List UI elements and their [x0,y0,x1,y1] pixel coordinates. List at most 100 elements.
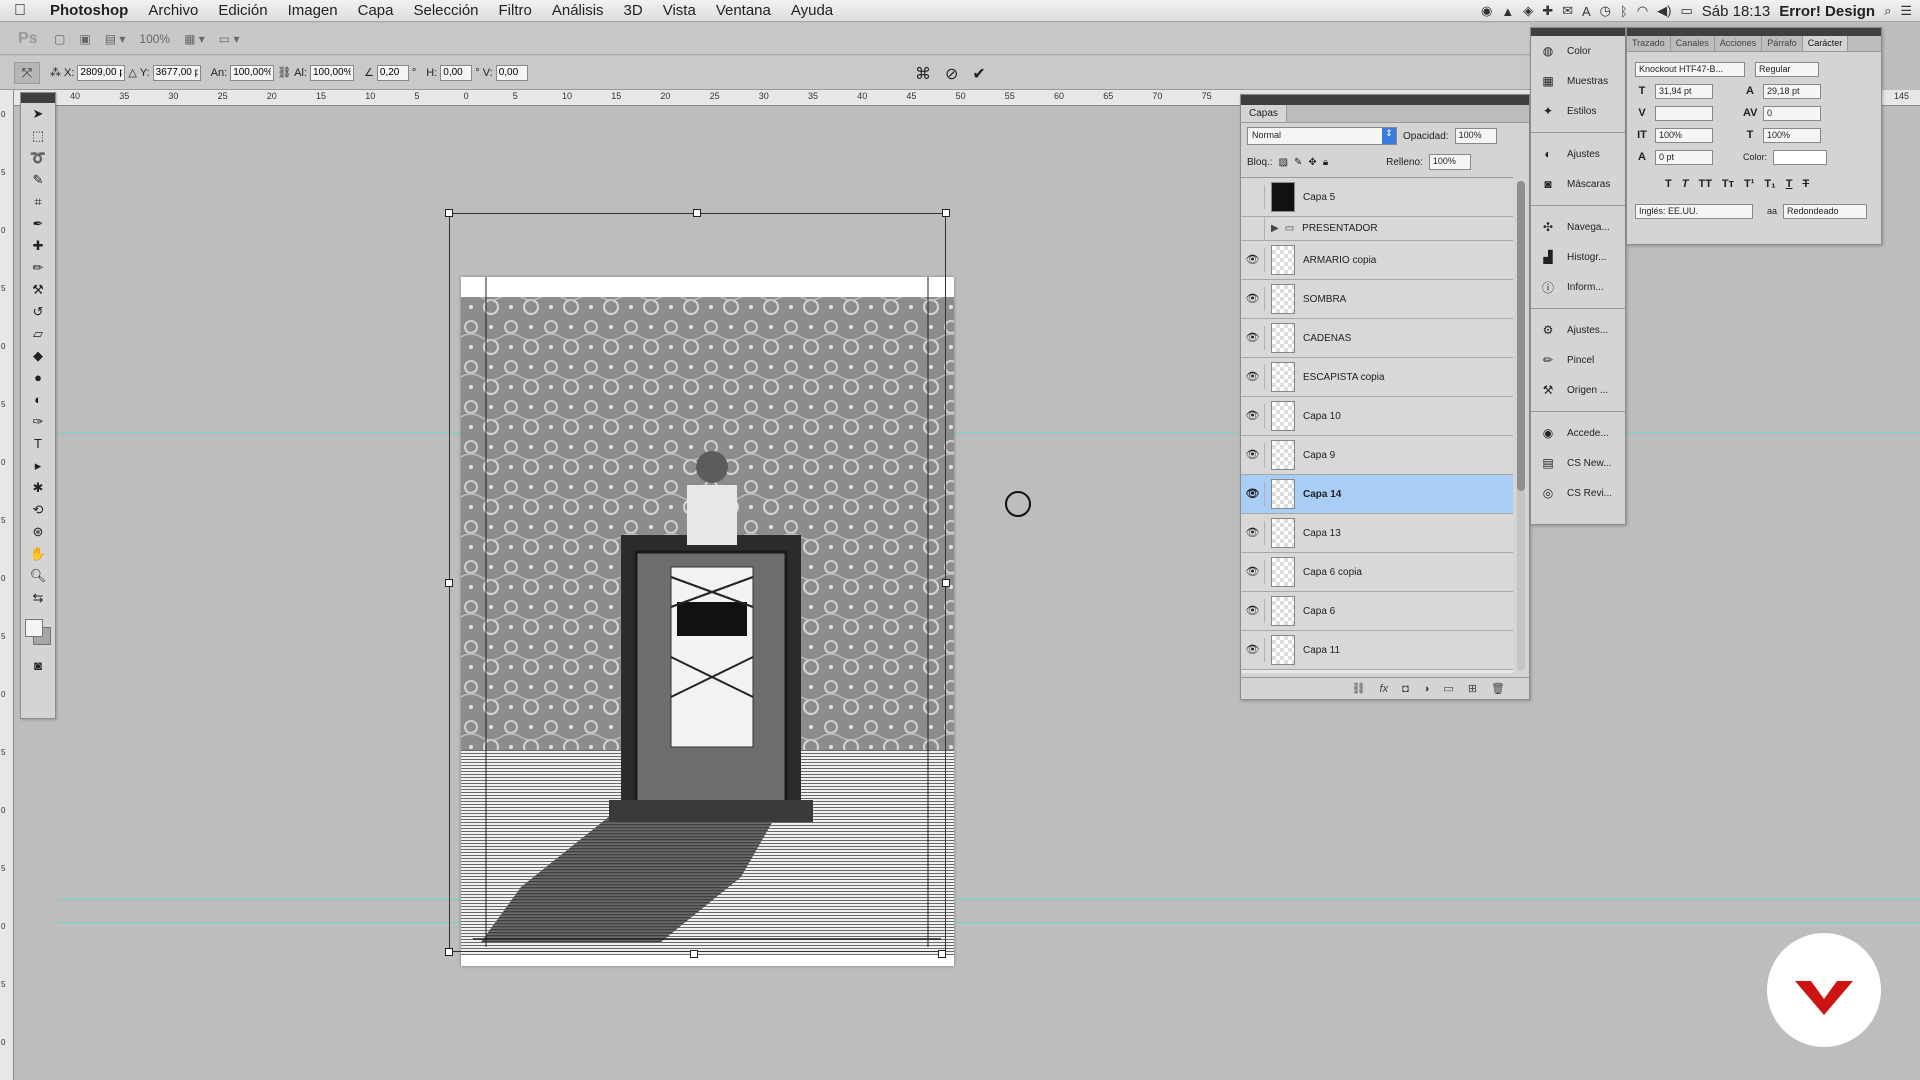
dock-item-ajustes[interactable]: ◐ Ajustes [1531,139,1625,169]
lock-position-icon[interactable]: ✥ [1308,157,1316,168]
lasso-tool-icon[interactable]: ➰ [21,147,55,169]
transform-handle[interactable] [445,579,453,587]
paint-bucket-tool-icon[interactable]: ◆ [21,345,55,367]
panel-titlebar[interactable] [1531,28,1625,36]
transform-handle[interactable] [938,950,946,958]
menu-3d[interactable]: 3D [614,2,653,19]
dock-item-cs-news[interactable]: ▤ CS New... [1531,448,1625,478]
dock-item-mascaras[interactable]: ◙ Máscaras [1531,169,1625,199]
dock-item-navegador[interactable]: ✣ Navega... [1531,212,1625,242]
dock-item-informacion[interactable]: ⓘ Inform... [1531,272,1625,302]
menu-imagen[interactable]: Imagen [278,2,348,19]
dock-item-origen[interactable]: ⚒ Origen ... [1531,375,1625,405]
layer-row[interactable]: 👁︎ Capa 13 [1241,514,1513,553]
strikethrough-button[interactable]: T [1802,178,1809,190]
pen-tool-icon[interactable]: ✑ [21,411,55,433]
dock-item-color[interactable]: ◍ Color [1531,36,1625,66]
font-family-select[interactable]: Knockout HTF47-B... [1635,61,1745,77]
kerning-field[interactable] [1655,105,1713,121]
layer-row[interactable]: 👁︎ Capa 11 [1241,631,1513,670]
brush-tool-icon[interactable]: ✏ [21,257,55,279]
horizontal-scale-field[interactable]: 100% [1763,127,1821,143]
eye-icon[interactable]: 👁︎ [1241,287,1265,311]
layer-row[interactable]: Capa 5 [1241,178,1513,217]
new-group-icon[interactable]: ▭ [1443,682,1453,695]
move-tool-icon[interactable]: ➤ [21,103,55,125]
path-selection-tool-icon[interactable]: ▸ [21,455,55,477]
font-size-field[interactable]: 31,94 pt [1655,83,1713,99]
transform-tool-icon[interactable]: ⤧ [14,61,40,84]
dock-item-muestras[interactable]: ▦ Muestras [1531,66,1625,96]
blend-mode-select[interactable]: Normal [1247,127,1397,145]
menu-seleccion[interactable]: Selección [403,2,488,19]
dodge-tool-icon[interactable]: ◐ [21,389,55,411]
clock[interactable]: Sáb 18:13 [1702,3,1770,20]
history-brush-tool-icon[interactable]: ↺ [21,301,55,323]
x-field[interactable] [77,64,126,81]
all-caps-button[interactable]: TT [1698,178,1711,190]
menu-vista[interactable]: Vista [653,2,706,19]
eye-icon[interactable]: 👁︎ [1241,638,1265,662]
3d-rotate-tool-icon[interactable]: ⟲ [21,499,55,521]
eye-icon[interactable]: 👁︎ [1241,248,1265,272]
panel-titlebar[interactable] [1627,28,1881,36]
layers-scrollbar[interactable] [1517,181,1525,671]
link-icon[interactable]: ⛓ [277,66,291,79]
quick-selection-tool-icon[interactable]: ✎ [21,169,55,191]
view-extras-icon[interactable]: ▤ ▾ [105,32,126,46]
quick-mask-icon[interactable]: ◙ [21,655,55,677]
wifi-icon[interactable]: ◠ [1637,3,1648,19]
drive-icon[interactable]: ▲ [1501,4,1514,19]
eye-icon[interactable]: 👁︎ [1241,326,1265,350]
trash-icon[interactable]: 🗑︎ [1491,682,1505,695]
tab-trazados[interactable]: Trazado [1627,36,1671,51]
eraser-tool-icon[interactable]: ▱ [21,323,55,345]
fx-icon[interactable]: fx [1380,683,1389,695]
lock-transparency-icon[interactable]: ▨ [1279,157,1288,168]
dock-item-pincel[interactable]: ✏ Pincel [1531,345,1625,375]
fill-field[interactable]: 100% [1428,154,1471,170]
tab-acciones[interactable]: Acciones [1715,36,1763,51]
width-field[interactable] [230,64,275,81]
transform-handle[interactable] [445,209,453,217]
cancel-transform-icon[interactable]: ⊘ [945,64,958,84]
marquee-tool-icon[interactable]: ⬚ [21,125,55,147]
guide-line[interactable] [56,922,1920,923]
arrange-documents-icon[interactable]: ▦ ▾ [184,32,205,46]
new-layer-icon[interactable]: ⊞ [1468,682,1477,695]
tab-capas[interactable]: Capas [1241,105,1287,122]
document-canvas[interactable] [461,277,954,966]
transform-handle[interactable] [942,209,950,217]
eye-icon[interactable]: 👁︎ [1241,404,1265,428]
faux-italic-button[interactable]: T [1682,178,1689,190]
eye-icon[interactable]: 👁︎ [1241,521,1265,545]
type-tool-icon[interactable]: T [21,433,55,455]
foreground-color-swatch[interactable] [25,619,43,637]
menu-capa[interactable]: Capa [348,2,404,19]
menu-archivo[interactable]: Archivo [138,2,208,19]
tab-canales[interactable]: Canales [1671,36,1715,51]
visibility-toggle[interactable] [1241,185,1265,209]
adobe-icon[interactable]: A [1582,4,1591,19]
shape-tool-icon[interactable]: ✱ [21,477,55,499]
guide-line[interactable] [56,433,1920,434]
transform-handle[interactable] [445,948,453,956]
dock-item-cs-review[interactable]: ◎ CS Revi... [1531,478,1625,508]
antialias-select[interactable]: Redondeado [1783,203,1868,219]
mini-bridge-icon[interactable]: ▣ [79,32,90,46]
hand-tool-icon[interactable]: ✋ [21,543,55,565]
dock-item-ajustes-herramienta[interactable]: ⚙ Ajustes... [1531,315,1625,345]
subscript-button[interactable]: T₁ [1764,178,1775,190]
visibility-toggle[interactable] [1241,216,1265,241]
time-machine-icon[interactable]: ◷ [1600,3,1611,19]
panel-titlebar[interactable] [21,93,55,103]
bridge-icon[interactable]: ▢ [54,32,65,46]
link-layers-icon[interactable]: ⛓ [1352,682,1366,695]
clone-stamp-tool-icon[interactable]: ⚒ [21,279,55,301]
eye-icon[interactable]: 👁︎ [1241,365,1265,389]
layer-group-row[interactable]: ▶ ▭ PRESENTADOR [1241,216,1513,241]
lock-pixels-icon[interactable]: ✎ [1294,157,1302,168]
dropbox-icon[interactable]: ◈ [1523,3,1533,19]
vskew-field[interactable] [495,64,528,81]
volume-icon[interactable]: ◀) [1657,3,1671,19]
